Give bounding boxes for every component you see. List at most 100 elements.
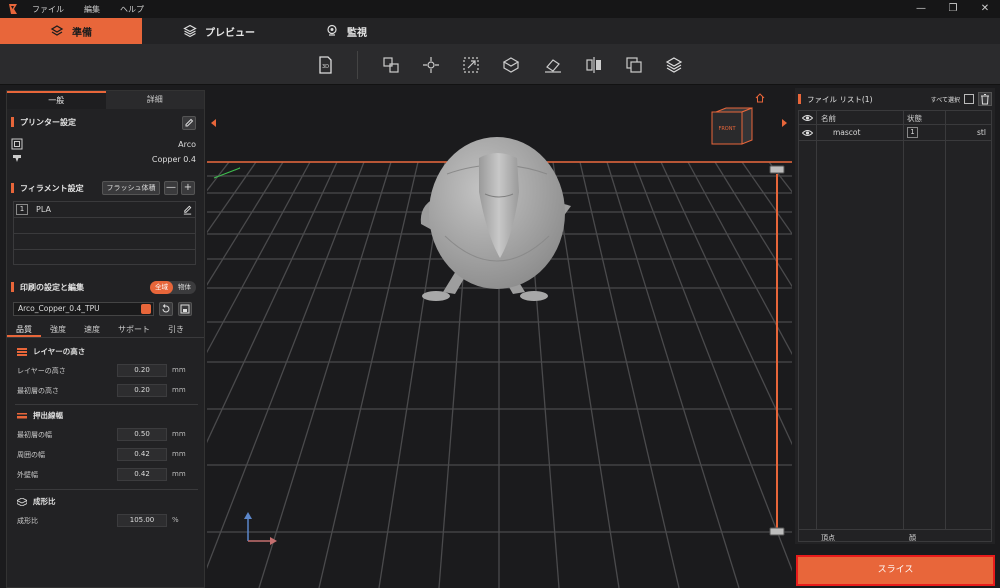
collapse-left-panel-icon[interactable]: [209, 118, 219, 128]
cube-icon: [17, 497, 27, 506]
perimeter-width-param: 周囲の幅 0.42 mm: [17, 448, 186, 461]
faces-label: 顔: [909, 534, 916, 542]
file-table: 名前 状態 mascot 1 stl 頂点 顔: [798, 110, 992, 542]
file-extension: stl: [977, 128, 986, 137]
tab-prepare[interactable]: 準備: [0, 18, 142, 44]
edit-printer-button[interactable]: [182, 116, 196, 130]
menu-help[interactable]: ヘルプ: [120, 4, 144, 15]
perimeter-width-input[interactable]: 0.42: [117, 448, 167, 461]
slice-button[interactable]: スライス: [796, 555, 995, 586]
layer-height-param: レイヤーの高さ 0.20 mm: [17, 364, 186, 377]
nozzle-name: Copper 0.4: [151, 154, 196, 164]
tab-preview[interactable]: プレビュー: [142, 18, 296, 44]
undo-icon: [162, 304, 170, 313]
first-layer-width-param: 最初層の幅 0.50 mm: [17, 428, 186, 441]
scale-ratio-input[interactable]: 105.00: [117, 514, 167, 527]
scale-ratio-group-title: 成形比: [17, 496, 56, 507]
outer-wall-width-param: 外壁幅 0.42 mm: [17, 468, 186, 481]
3d-viewport[interactable]: FRONT: [207, 86, 792, 588]
delete-button[interactable]: [978, 92, 992, 106]
first-layer-height-input[interactable]: 0.20: [117, 384, 167, 397]
scope-object[interactable]: 物体: [173, 281, 196, 294]
add-filament-button[interactable]: +: [181, 181, 195, 195]
view-cube: FRONT: [711, 107, 753, 145]
tab-more[interactable]: 引き: [159, 322, 193, 337]
scale-ratio-param: 成形比 105.00 %: [17, 514, 179, 527]
location-pin-icon: [325, 24, 339, 38]
filament-empty-row: [14, 218, 195, 234]
toolbar: 3D: [0, 44, 1000, 85]
tab-quality[interactable]: 品質: [7, 322, 41, 337]
settings-subtabs: 品質 強度 速度 サポート 引き: [7, 322, 204, 338]
mode-tab-bar: 準備 プレビュー 監視: [0, 18, 1000, 44]
collapse-right-panel-icon[interactable]: [779, 118, 789, 128]
printer-row[interactable]: Arco: [11, 137, 198, 151]
home-view-icon[interactable]: [755, 93, 765, 103]
column-name[interactable]: 名前: [821, 113, 836, 124]
tab-general[interactable]: 一般: [7, 91, 106, 109]
line-width-icon: [17, 412, 27, 418]
close-button[interactable]: ✕: [978, 2, 992, 16]
select-all-label: すべて選択: [930, 96, 960, 104]
printer-name: Arco: [178, 139, 196, 149]
nozzle-icon: [13, 155, 21, 162]
file-name: mascot: [833, 128, 861, 137]
edit-icon[interactable]: [182, 204, 193, 215]
layer-height-input[interactable]: 0.20: [117, 364, 167, 377]
file-list-header: ファイル リスト(1) すべて選択: [798, 92, 992, 106]
chevron-down-icon: [141, 304, 151, 314]
menu-edit[interactable]: 編集: [84, 4, 100, 15]
minimize-button[interactable]: —: [914, 2, 928, 16]
file-list-title: ファイル リスト(1): [807, 94, 873, 104]
layers-icon: [183, 24, 197, 38]
filament-slot[interactable]: 1 PLA: [14, 202, 195, 218]
svg-text:3D: 3D: [322, 64, 329, 70]
first-layer-height-param: 最初層の高さ 0.20 mm: [17, 384, 186, 397]
eye-icon[interactable]: [802, 114, 813, 122]
support-icon[interactable]: [664, 55, 684, 75]
file-row[interactable]: mascot 1 stl: [799, 125, 991, 141]
select-all-checkbox[interactable]: [964, 94, 974, 104]
nozzle-row[interactable]: Copper 0.4: [11, 152, 198, 166]
tab-monitor[interactable]: 監視: [296, 18, 396, 44]
mirror-icon[interactable]: [584, 55, 604, 75]
filament-slot-name: PLA: [36, 205, 51, 214]
remove-filament-button[interactable]: —: [164, 181, 178, 195]
tab-support[interactable]: サポート: [109, 322, 159, 337]
build-plate-scene: FRONT: [207, 107, 792, 588]
auto-arrange-icon[interactable]: [381, 55, 401, 75]
file-table-footer: 頂点 顔: [799, 529, 991, 543]
group-divider: [15, 489, 198, 490]
scale-icon[interactable]: [461, 55, 481, 75]
menu-bar: ファイル 編集 ヘルプ — ❐ ✕: [0, 0, 1000, 18]
filament-empty-row: [14, 234, 195, 250]
filament-table: 1 PLA: [13, 201, 196, 265]
group-divider: [15, 404, 198, 405]
first-layer-width-input[interactable]: 0.50: [117, 428, 167, 441]
restore-button[interactable]: ❐: [946, 2, 960, 16]
tab-advanced[interactable]: 詳細: [105, 91, 204, 109]
outer-wall-width-input[interactable]: 0.42: [117, 468, 167, 481]
tab-speed[interactable]: 速度: [75, 322, 109, 337]
process-preset-select[interactable]: Arco_Copper_0.4_TPU: [13, 302, 154, 316]
menu-file[interactable]: ファイル: [32, 4, 64, 15]
scope-global[interactable]: 全域: [150, 281, 173, 294]
process-preset-value: Arco_Copper_0.4_TPU: [18, 304, 100, 313]
scope-toggle[interactable]: 全域 物体: [150, 281, 196, 294]
reset-preset-button[interactable]: [159, 302, 173, 316]
lay-flat-icon[interactable]: [543, 55, 563, 75]
copy-icon[interactable]: [624, 55, 644, 75]
layer-slider: [769, 165, 785, 536]
import-3d-icon[interactable]: 3D: [315, 55, 335, 75]
printer-settings-title: プリンター設定: [11, 115, 76, 129]
save-preset-button[interactable]: [178, 302, 192, 316]
rotate-icon[interactable]: [501, 55, 521, 75]
tab-strength[interactable]: 強度: [41, 322, 75, 337]
tab-monitor-label: 監視: [347, 27, 367, 39]
column-state[interactable]: 状態: [907, 113, 922, 124]
app-logo-icon: [6, 2, 20, 16]
move-icon[interactable]: [421, 55, 441, 75]
tab-preview-label: プレビュー: [205, 27, 255, 39]
flush-volume-button[interactable]: フラッシュ体積: [102, 181, 160, 195]
eye-icon[interactable]: [802, 129, 813, 137]
